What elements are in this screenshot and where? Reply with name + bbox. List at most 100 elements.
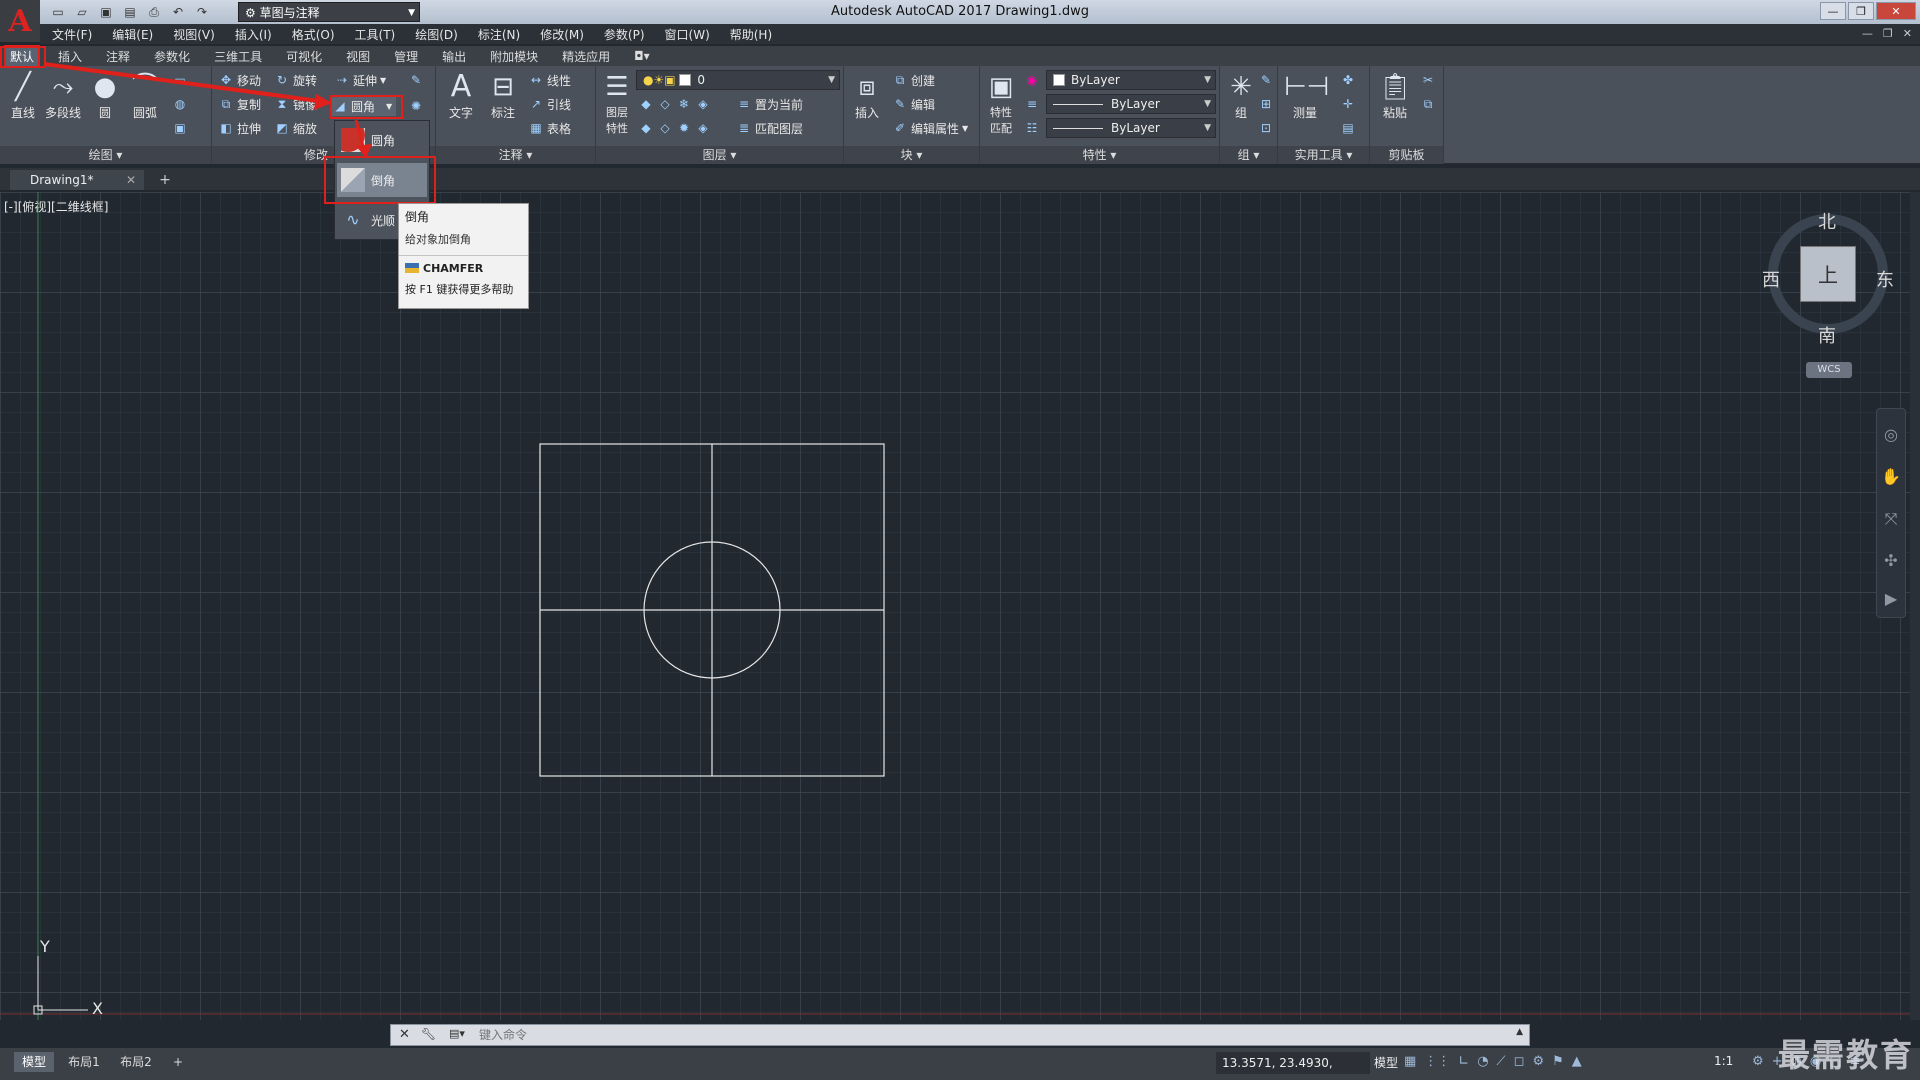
chevron-up-icon[interactable]: ▲ [1516, 1027, 1523, 1037]
menu-help[interactable]: 帮助(H) [730, 26, 772, 43]
annotation-scale[interactable]: 1:1 [1714, 1054, 1733, 1068]
menu-modify[interactable]: 修改(M) [540, 26, 584, 43]
table-icon: ▦ [530, 121, 542, 135]
edit-attribute-button[interactable]: ✐ 编辑属性 ▼ [892, 118, 968, 138]
layout-tab-2[interactable]: 布局2 [114, 1052, 158, 1072]
menu-parametric[interactable]: 参数(P) [604, 26, 645, 43]
compass-west[interactable]: 西 [1762, 266, 1780, 292]
drawing-canvas[interactable]: [-][俯视][二维线框] Y X [0, 192, 1910, 1020]
add-layout-button[interactable]: + [168, 1052, 188, 1072]
quick-calc-button[interactable]: ✤ [1340, 70, 1356, 90]
layer-tools-row1[interactable]: ◆ ◇ ❄ ◈ [638, 94, 711, 114]
panel-properties: ▣ 特性 匹配 ◉ ≡ ☷ ByLayer ▼ ByLayer ▼ ByLayer ▼ … [980, 66, 1220, 164]
layer-lock-icon: ◈ [698, 97, 708, 111]
wcs-menu[interactable]: WCS [1806, 362, 1852, 378]
tab-featured-apps[interactable]: 精选应用 [558, 47, 614, 66]
close-icon[interactable]: ✕ [399, 1027, 410, 1042]
create-block-button[interactable]: ⧉ 创建 [892, 70, 935, 90]
object-snap-icon[interactable]: ◻ [1514, 1054, 1525, 1069]
close-button[interactable]: ✕ [1876, 2, 1916, 20]
viewcube-top-face[interactable]: 上 [1800, 246, 1856, 302]
command-input[interactable] [479, 1027, 1489, 1043]
ortho-icon[interactable]: ∟ [1458, 1054, 1469, 1069]
compass-south[interactable]: 南 [1818, 322, 1836, 348]
panel-block: ⧈ 插入 ⧉ 创建 ✎ 编辑 ✐ 编辑属性 ▼ 块 ▾ [844, 66, 980, 164]
lineweight-select[interactable]: ByLayer ▼ [1046, 118, 1216, 138]
linetype-select[interactable]: ByLayer ▼ [1046, 94, 1216, 114]
match-layer-button[interactable]: ≣ 匹配图层 [736, 118, 803, 138]
insert-block-button[interactable]: ⧈ 插入 [846, 70, 888, 121]
zoom-icon[interactable]: ⤧ [1877, 509, 1905, 529]
layer-properties-button[interactable]: ☰ 图层 特性 [596, 70, 638, 136]
annotation-icon[interactable]: ⚙ [1532, 1054, 1544, 1069]
panel-annotation-title[interactable]: 注释 ▾ [436, 146, 595, 164]
doc-minimize-button[interactable]: — [1862, 24, 1873, 44]
paste-button[interactable]: 📋︎ 粘贴 [1374, 70, 1416, 121]
isodraft-icon[interactable]: ⟋ [1497, 1054, 1506, 1069]
minimize-button[interactable]: — [1820, 2, 1846, 20]
snap-icon[interactable]: ⋮⋮ [1424, 1054, 1450, 1069]
table-button[interactable]: ▦ 表格 [528, 118, 571, 138]
doc-tab-drawing1[interactable]: Drawing1* ✕ [10, 170, 144, 190]
panel-properties-title[interactable]: 特性 ▾ [980, 146, 1219, 164]
showmotion-icon[interactable]: ▶ [1877, 589, 1905, 608]
set-current-icon: ≡ [738, 97, 750, 111]
panel-clipboard: 📋︎ 粘贴 ✂ ⧉ 剪贴板 [1370, 66, 1444, 164]
tab-addins[interactable]: 附加模块 [486, 47, 542, 66]
set-current-button[interactable]: ≡ 置为当前 [736, 94, 803, 114]
model-space-button[interactable]: 模型 [1374, 1054, 1398, 1071]
close-icon[interactable]: ✕ [126, 170, 136, 190]
tab-output[interactable]: 输出 [438, 47, 470, 66]
layout-tab-1[interactable]: 布局1 [62, 1052, 106, 1072]
group-button[interactable]: ✳ 组 [1220, 70, 1262, 121]
layout-tab-model[interactable]: 模型 [14, 1052, 54, 1072]
match-properties-button[interactable]: ▣ 特性 匹配 [980, 70, 1022, 136]
point-button[interactable]: ✛ [1340, 94, 1356, 114]
menu-dimension[interactable]: 标注(N) [478, 26, 520, 43]
panel-group-title[interactable]: 组 ▾ [1220, 146, 1277, 164]
steering-wheel-icon[interactable]: ◎ [1877, 425, 1905, 444]
layer-isolate-icon: ◇ [660, 97, 670, 111]
wrench-icon[interactable]: 🔧︎ [421, 1027, 436, 1041]
annotation-scale-icon[interactable]: ⚑ [1552, 1054, 1564, 1069]
panel-layers-title[interactable]: 图层 ▾ [596, 146, 843, 164]
command-history-icon[interactable]: ▤▾ [449, 1027, 465, 1040]
pan-icon[interactable]: ✋ [1877, 467, 1905, 486]
group-select-button[interactable]: ⊡ [1258, 118, 1274, 138]
polar-icon[interactable]: ◔ [1477, 1054, 1488, 1069]
layer-select[interactable]: ●☀▣ 0 ▼ [636, 70, 840, 90]
cut-button[interactable]: ✂ [1420, 70, 1436, 90]
ungroup-button[interactable]: ✎ [1258, 70, 1274, 90]
compass-north[interactable]: 北 [1818, 208, 1836, 234]
measure-button[interactable]: ⊢⊣ 测量 [1284, 70, 1329, 121]
group-edit-button[interactable]: ⊞ [1258, 94, 1274, 114]
doc-restore-button[interactable]: ❐ [1883, 24, 1893, 44]
panel-clipboard-title[interactable]: 剪贴板 [1370, 146, 1443, 164]
panel-utilities-title[interactable]: 实用工具 ▾ [1278, 146, 1369, 164]
maximize-button[interactable]: ❐ [1848, 2, 1874, 20]
copy-clip-button[interactable]: ⧉ [1420, 94, 1436, 114]
ribbon-options-icon[interactable]: ◘▾ [630, 48, 654, 64]
menu-window[interactable]: 窗口(W) [665, 26, 710, 43]
settings-icon[interactable]: ⚙ [1752, 1054, 1764, 1069]
linear-dim-button[interactable]: ↔ 线性 [528, 70, 571, 90]
visibility-icon[interactable]: ▲ [1572, 1054, 1582, 1069]
orbit-icon[interactable]: ✣ [1877, 551, 1905, 570]
edit-block-button[interactable]: ✎ 编辑 [892, 94, 935, 114]
doc-close-button[interactable]: ✕ [1903, 24, 1912, 44]
panel-block-title[interactable]: 块 ▾ [844, 146, 979, 164]
coordinates-readout[interactable]: 13.3571, 23.4930, 0.0000 [1216, 1052, 1370, 1080]
leader-button[interactable]: ↗ 引线 [528, 94, 571, 114]
ungroup-icon: ✎ [1260, 73, 1272, 87]
menu-draw[interactable]: 绘图(D) [415, 26, 458, 43]
grid-icon[interactable]: ▦ [1404, 1054, 1416, 1069]
text-button[interactable]: A 文字 [440, 70, 482, 121]
dimension-button[interactable]: ⊟ 标注 [482, 70, 524, 121]
layer-tools-row2[interactable]: ◆ ◇ ✹ ◈ [638, 118, 711, 138]
calculator-button[interactable]: ▤ [1340, 118, 1356, 138]
chevron-down-icon: ▼ [1204, 75, 1211, 85]
compass-east[interactable]: 东 [1876, 266, 1894, 292]
vertical-scrollbar[interactable] [1910, 192, 1920, 1020]
color-select[interactable]: ByLayer ▼ [1046, 70, 1216, 90]
new-tab-button[interactable]: + [154, 170, 176, 190]
